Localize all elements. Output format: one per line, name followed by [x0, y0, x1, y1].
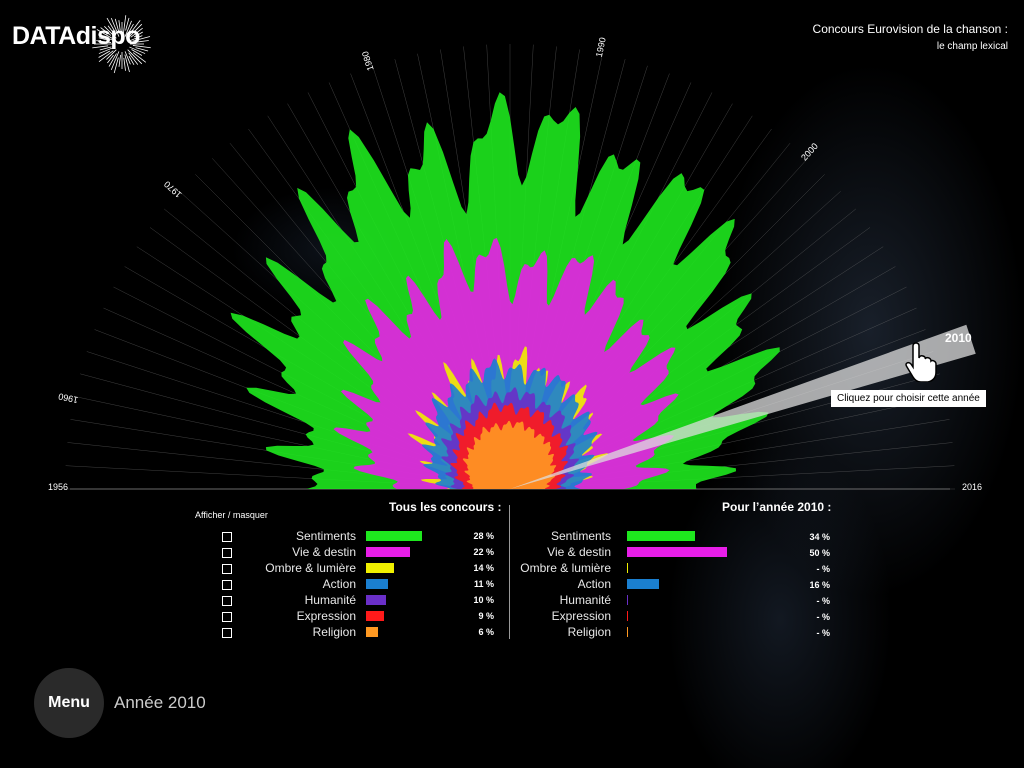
all-share-bar — [366, 579, 388, 589]
all-share-bar — [366, 531, 422, 541]
category-label-year: Action — [577, 577, 611, 591]
category-label-year: Humanité — [559, 593, 611, 607]
all-share-bar — [366, 563, 394, 573]
all-share-bar — [366, 611, 384, 621]
category-label: Vie & destin — [292, 545, 356, 559]
year-share-bar — [627, 563, 628, 573]
year-tick-label: 1980 — [360, 50, 376, 72]
year-title: Pour l’année 2010 : — [722, 500, 832, 514]
year-readout: Année 2010 — [114, 693, 206, 712]
toggle-column-title: Afficher / masquer — [195, 510, 268, 520]
year-tick-label: 1956 — [48, 482, 68, 492]
category-label: Religion — [312, 625, 356, 639]
year-share-value: - % — [816, 564, 831, 574]
year-share-value: 16 % — [809, 580, 830, 590]
year-share-value: 34 % — [809, 532, 830, 542]
selected-year-label: 2010 — [945, 331, 972, 345]
category-label-year: Ombre & lumière — [520, 561, 611, 575]
tooltip: Cliquez pour choisir cette année — [831, 390, 986, 407]
all-share-bar — [366, 547, 410, 557]
year-share-bar — [627, 547, 727, 557]
year-share-value: - % — [816, 628, 831, 638]
year-share-bar — [627, 579, 659, 589]
year-tick-label: 2016 — [962, 482, 982, 492]
year-tick-label: 2000 — [799, 141, 820, 163]
year-tick-label: 1990 — [594, 36, 608, 58]
all-share-bar — [366, 595, 386, 605]
radial-chart[interactable]: 1956 1960 1970 1980 1990 2000 2016 — [0, 0, 1024, 500]
year-share-value: - % — [816, 612, 831, 622]
category-label: Action — [322, 577, 356, 591]
year-share-value: - % — [816, 596, 831, 606]
year-tick-label: 1970 — [162, 179, 184, 200]
category-label: Humanité — [304, 593, 356, 607]
category-label-year: Sentiments — [550, 529, 611, 543]
category-label-year: Religion — [567, 625, 611, 639]
category-label: Ombre & lumière — [265, 561, 356, 575]
category-label-year: Expression — [551, 609, 611, 623]
category-label: Expression — [296, 609, 356, 623]
year-share-value: 50 % — [809, 548, 830, 558]
year-share-bar — [627, 531, 695, 541]
all-share-bar — [366, 627, 378, 637]
category-label: Sentiments — [295, 529, 356, 543]
category-label-year: Vie & destin — [547, 545, 611, 559]
year-share-bar — [627, 611, 628, 621]
menu-button[interactable]: Menu — [34, 668, 104, 738]
year-share-bar — [627, 595, 628, 605]
year-tick-label: 1960 — [57, 391, 79, 405]
all-contests-title: Tous les concours : — [389, 500, 502, 514]
year-share-bar — [627, 627, 628, 637]
hand-cursor-icon — [905, 342, 937, 382]
